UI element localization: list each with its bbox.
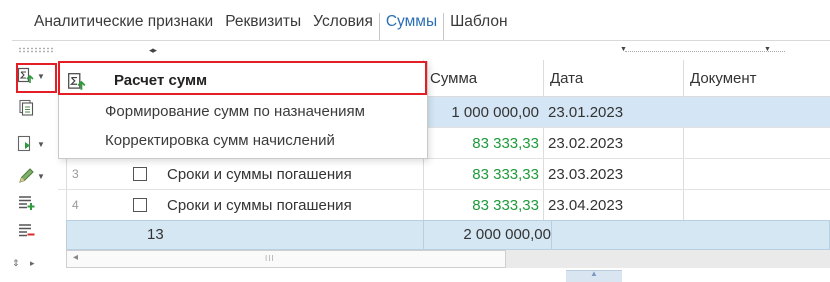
date-cell: 23.03.2023	[548, 166, 624, 183]
row-number: 4	[72, 198, 79, 212]
totals-row: 13 2 000 000,00	[66, 220, 830, 250]
tab-sums[interactable]: Суммы	[378, 13, 445, 40]
copy-doc-icon	[16, 97, 36, 119]
scroll-left-icon[interactable]: ◂	[73, 252, 78, 263]
export-button[interactable]: ▼	[16, 131, 56, 157]
amount-cell: 83 333,33	[472, 166, 539, 183]
highlight-frame	[16, 63, 57, 93]
name-cell: Сроки и суммы погашения	[167, 166, 352, 183]
date-cell: 23.01.2023	[548, 104, 624, 121]
grid-divider	[551, 221, 552, 249]
tab-conditions[interactable]: Условия	[307, 13, 379, 40]
tab-template[interactable]: Шаблон	[444, 13, 513, 40]
toolbar-scroll-arrows-icon[interactable]: ⇕ ▸	[12, 258, 39, 269]
horizontal-scrollbar[interactable]: ◂ III	[66, 250, 506, 268]
copy-button[interactable]	[16, 95, 56, 121]
chevron-up-icon: ▲	[590, 269, 598, 278]
tab-requisites[interactable]: Реквизиты	[219, 13, 307, 40]
tab-analytic-attributes[interactable]: Аналитические признаки	[28, 13, 219, 40]
export-icon	[16, 133, 36, 155]
marker-down-icon: ▼	[764, 46, 771, 53]
menu-item-adjust-sums[interactable]: Корректировка сумм начислений	[59, 126, 427, 156]
grid-divider	[423, 221, 424, 249]
pencil-icon	[16, 165, 36, 187]
column-header-date[interactable]: Дата	[543, 60, 683, 97]
totals-amount: 2 000 000,00	[463, 226, 551, 243]
row-checkbox[interactable]	[133, 167, 147, 181]
column-header-amount[interactable]: Сумма	[423, 60, 543, 97]
row-number: 3	[72, 167, 79, 181]
tab-bar: Аналитические признаки Реквизиты Условия…	[28, 8, 514, 40]
dotted-divider	[625, 51, 785, 52]
scroll-grip[interactable]: III	[265, 254, 275, 263]
panel-header-strip: ◂▸ ▼ ▼	[12, 40, 830, 60]
remove-row-button[interactable]	[16, 218, 56, 244]
highlight-frame	[58, 61, 427, 95]
add-list-icon	[16, 192, 36, 214]
chevron-down-icon[interactable]: ▼	[36, 172, 46, 181]
add-row-button[interactable]	[16, 190, 56, 216]
amount-cell: 83 333,33	[472, 197, 539, 214]
column-header-document[interactable]: Документ	[683, 60, 830, 97]
date-cell: 23.04.2023	[548, 197, 624, 214]
totals-count: 13	[147, 226, 164, 243]
amount-cell: 83 333,33	[472, 135, 539, 152]
menu-item-form-sums[interactable]: Формирование сумм по назначениям	[59, 97, 427, 127]
remove-list-icon	[16, 220, 36, 242]
scrollbar-track[interactable]	[506, 250, 830, 268]
date-cell: 23.02.2023	[548, 135, 624, 152]
collapse-panel-tab[interactable]: ▲	[566, 269, 622, 282]
splitter-arrows-icon[interactable]: ◂▸	[149, 45, 157, 56]
table-row[interactable]: 4 Сроки и суммы погашения 83 333,33 23.0…	[58, 190, 830, 221]
chevron-down-icon[interactable]: ▼	[36, 140, 46, 149]
name-cell: Сроки и суммы погашения	[167, 197, 352, 214]
edit-button[interactable]: ▼	[16, 163, 56, 189]
amount-cell: 1 000 000,00	[451, 104, 539, 121]
table-row[interactable]: 3 Сроки и суммы погашения 83 333,33 23.0…	[58, 159, 830, 190]
side-toolbar: ▼ ▼ ▼ ⇕ ▸	[12, 60, 58, 282]
row-checkbox[interactable]	[133, 198, 147, 212]
drag-grip-icon[interactable]	[18, 47, 54, 53]
